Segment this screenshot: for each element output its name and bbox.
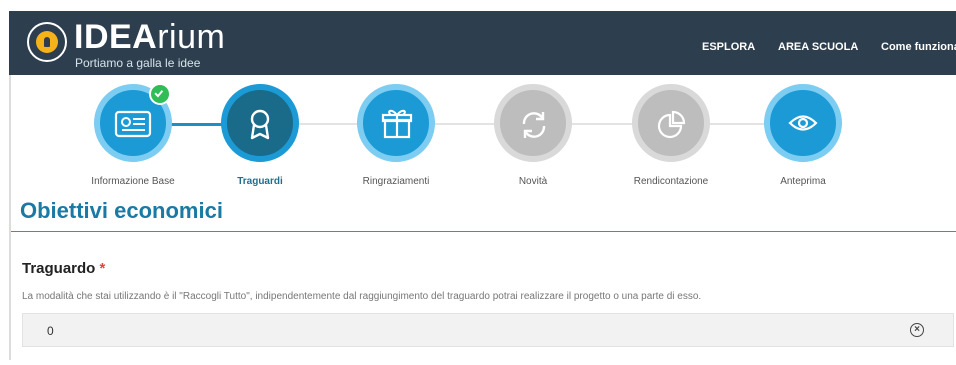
content-left-border bbox=[9, 75, 11, 360]
step-label-rendicontazione: Rendicontazione bbox=[633, 176, 709, 187]
step-novita bbox=[494, 84, 572, 162]
section-divider bbox=[11, 231, 956, 232]
ribbon-award-icon bbox=[250, 109, 270, 140]
traguardo-input[interactable]: 0 × bbox=[22, 313, 954, 347]
lightbulb-logo-icon[interactable] bbox=[27, 22, 67, 62]
pie-chart-icon bbox=[657, 110, 686, 139]
traguardo-help-text: La modalità che stai utilizzando è il "R… bbox=[22, 291, 702, 302]
required-marker: * bbox=[99, 260, 106, 277]
nav-come-funziona[interactable]: Come funziona bbox=[881, 41, 956, 53]
step-label-anteprima[interactable]: Anteprima bbox=[743, 176, 863, 187]
clear-input-icon[interactable]: × bbox=[910, 323, 924, 337]
refresh-icon bbox=[522, 112, 546, 138]
step-ringraziamenti[interactable] bbox=[357, 84, 435, 162]
traguardo-label: Traguardo * bbox=[22, 260, 106, 277]
section-title: Obiettivi economici bbox=[20, 198, 223, 223]
step-rendicontazione bbox=[632, 84, 710, 162]
top-navbar: IDEArium Portiamo a galla le idee ESPLOR… bbox=[9, 11, 956, 75]
nav-esplora[interactable]: ESPLORA bbox=[702, 41, 755, 53]
step-completed-check-icon bbox=[149, 83, 171, 105]
step-label-traguardi[interactable]: Traguardi bbox=[200, 176, 320, 187]
step-traguardi[interactable] bbox=[221, 84, 299, 162]
eye-icon bbox=[788, 115, 818, 131]
step-anteprima[interactable] bbox=[764, 84, 842, 162]
gift-icon bbox=[381, 109, 413, 139]
site-logo[interactable]: IDEArium bbox=[74, 19, 225, 55]
step-label-ringraziamenti[interactable]: Ringraziamenti bbox=[336, 176, 456, 187]
step-label-novita: Novità bbox=[518, 176, 548, 187]
step-label-informazione-base[interactable]: Informazione Base bbox=[73, 176, 193, 187]
site-tagline: Portiamo a galla le idee bbox=[75, 56, 201, 70]
traguardo-input-value[interactable]: 0 bbox=[47, 324, 54, 338]
nav-area-scuola[interactable]: AREA SCUOLA bbox=[778, 41, 858, 53]
